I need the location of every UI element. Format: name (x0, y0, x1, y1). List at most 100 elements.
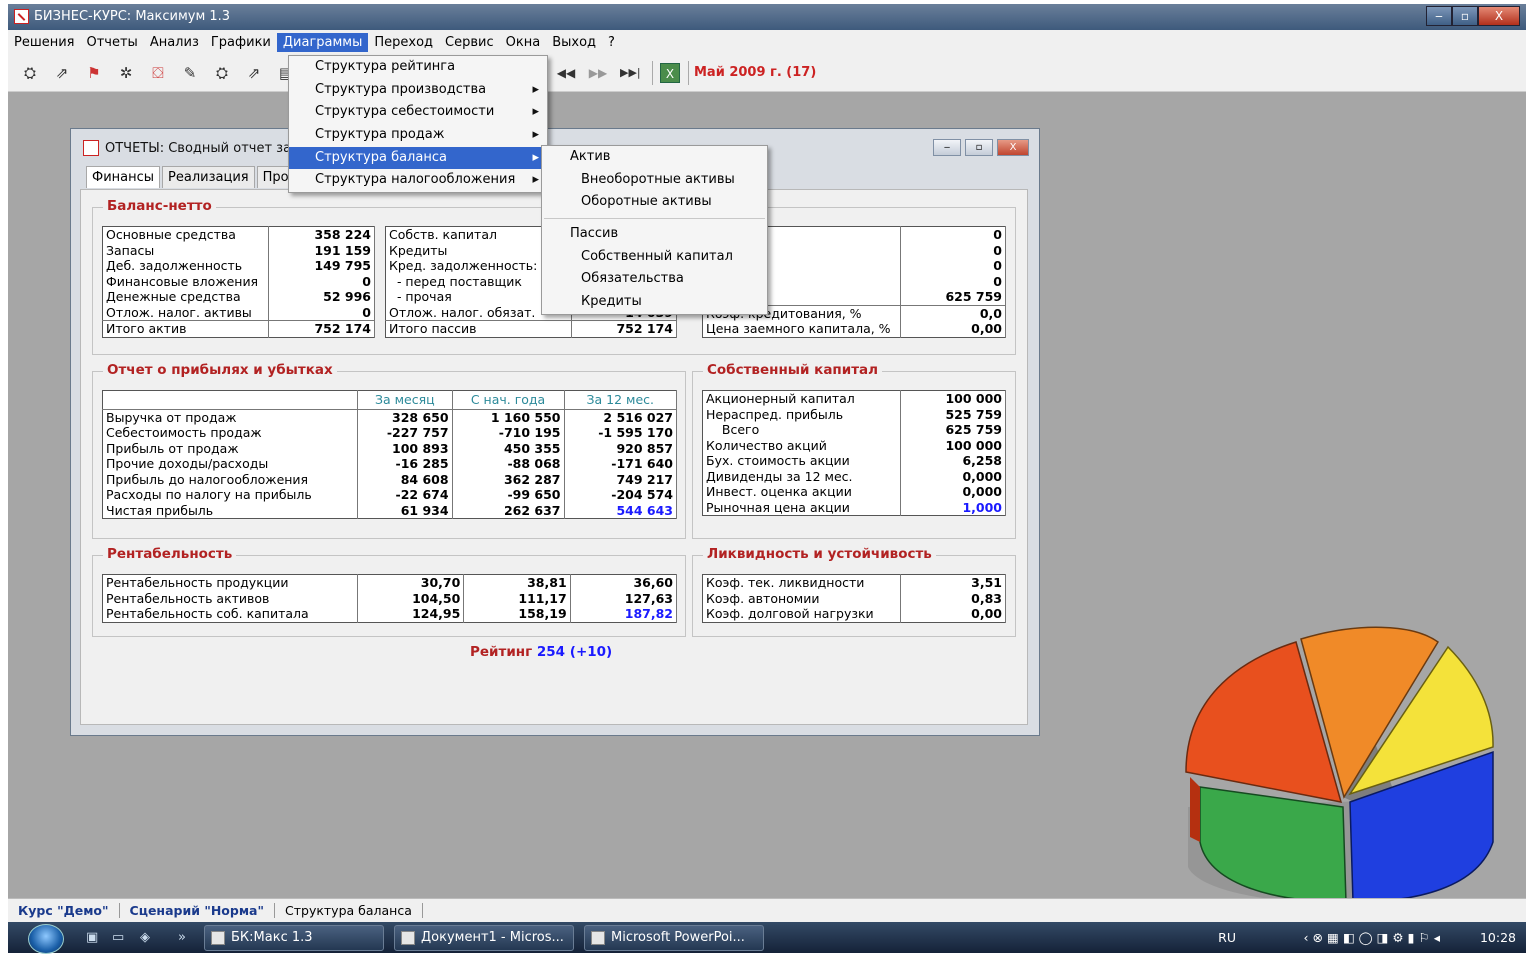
toolbar-separator (688, 61, 689, 85)
report-window-title: ОТЧЕТЫ: Сводный отчет за (105, 141, 292, 156)
report-minimize-button[interactable]: ‒ (933, 139, 961, 156)
menu-okna[interactable]: Окна (500, 33, 547, 52)
menu-item-tax-structure[interactable]: Структура налогообложения (289, 169, 547, 192)
last-period-icon[interactable]: ▶▶| (620, 63, 641, 83)
table-row: Коэф. автономии 0,83 (702, 590, 1006, 606)
submenu-item-passiv[interactable]: Пассив (542, 223, 767, 246)
menu-help[interactable]: ? (602, 33, 621, 52)
rating-line: Рейтинг 254 (+10) (470, 644, 612, 660)
start-button[interactable] (28, 924, 64, 954)
table-row: Нераспред. прибыль 525 759 (702, 406, 1006, 422)
taskbar: ▣ ▭ ◈ » БК:Макс 1.3 Документ1 - Micros..… (8, 922, 1526, 954)
menu-vyhod[interactable]: Выход (546, 33, 602, 52)
tab-finansy[interactable]: Финансы (86, 166, 161, 188)
submenu-item-noncurrent-assets[interactable]: Внеоборотные активы (542, 169, 767, 192)
table-row: Денежные средства 52 996 (102, 289, 375, 305)
menu-perehod[interactable]: Переход (368, 33, 439, 52)
table-row: Себестоимость продаж -227 757 -710 195 -1 5… (102, 425, 677, 441)
submenu-item-aktiv[interactable]: Актив (542, 146, 767, 169)
graph-tool-icon[interactable]: ⇗ (244, 63, 264, 83)
app-title: БИЗНЕС-КУРС: Максимум 1.3 (34, 9, 231, 24)
bk-app-icon (211, 931, 225, 945)
taskbar-item-powerpoint[interactable]: Microsoft PowerPoi... (584, 925, 764, 951)
group-profitability-label: Рентабельность (103, 546, 237, 562)
table-row: Основные средства 358 224 (102, 226, 375, 243)
clock: 10:28 (1479, 930, 1516, 945)
group-pnl-label: Отчет о прибылях и убытках (103, 362, 337, 378)
equity-table: Акционерный капитал 100 000 Нераспред. пр… (702, 390, 1006, 516)
table-row: Запасы 191 159 (102, 242, 375, 258)
table-row: Коэф. тек. ликвидности 3,51 (702, 574, 1006, 591)
forward-icon[interactable]: ▶▶ (588, 63, 608, 83)
rewind-icon[interactable]: ◀◀ (556, 63, 576, 83)
profitability-table: Рентабельность продукции 30,70 38,81 36,60 … (102, 574, 678, 623)
people-tool-icon[interactable]: ⚑ (84, 63, 104, 83)
menu-otchety[interactable]: Отчеты (81, 33, 144, 52)
maximize-button[interactable]: ▫ (1452, 6, 1478, 26)
table-row: Рентабельность продукции 30,70 38,81 36,60 (102, 574, 678, 591)
menu-analiz[interactable]: Анализ (144, 33, 205, 52)
switch-windows-icon[interactable]: ▭ (112, 930, 124, 945)
table-row: Прочие доходы/расходы -16 285 -88 068 -171 … (102, 456, 677, 472)
menu-item-production-structure[interactable]: Структура производства (289, 79, 547, 102)
table-row: Прибыль до налогообложения 84 608 362 287 7… (102, 471, 677, 487)
decisions-tool-icon[interactable]: ⛭ (20, 63, 40, 83)
status-current-view: Структура баланса (275, 903, 423, 918)
menu-item-sales-structure[interactable]: Структура продаж (289, 124, 547, 147)
taskbar-item-bk[interactable]: БК:Макс 1.3 (204, 925, 384, 951)
menu-bar: Решения Отчеты Анализ Графики Диаграммы … (8, 30, 1526, 54)
menu-diagrammy[interactable]: Диаграммы (276, 32, 369, 52)
show-desktop-icon[interactable]: ▣ (86, 930, 98, 945)
excel-export-icon[interactable]: X (660, 63, 680, 83)
table-row: Чистая прибыль 61 934 262 637 544 643 (102, 502, 677, 519)
report-close-button[interactable]: X (997, 139, 1029, 156)
menu-grafiki[interactable]: Графики (205, 33, 277, 52)
factory-tool-icon[interactable]: ⛋ (148, 63, 168, 83)
minimize-button[interactable]: ‒ (1426, 6, 1452, 26)
rating-delta: (+10) (569, 644, 613, 660)
menu-item-cost-structure[interactable]: Структура себестоимости (289, 101, 547, 124)
quicklaunch-more[interactable]: » (178, 930, 186, 945)
status-course: Курс "Демо" (8, 903, 120, 918)
menu-reshenia[interactable]: Решения (8, 33, 81, 52)
table-row: Рентабельность соб. капитала 124,95 158,19… (102, 606, 678, 622)
powerpoint-app-icon (591, 931, 605, 945)
group-liquidity-label: Ликвидность и устойчивость (703, 546, 936, 562)
submenu-item-credits[interactable]: Кредиты (542, 291, 767, 314)
period-label: Май 2009 г. (17) (694, 65, 817, 80)
status-bar: Курс "Демо" Сценарий "Норма" Структура б… (8, 898, 1526, 922)
table-row: Рентабельность активов 104,50 111,17 127,63 (102, 590, 678, 606)
pnl-table: За месяц С нач. года За 12 мес. Выручка от… (102, 390, 677, 519)
table-row: Деб. задолженность 149 795 (102, 258, 375, 274)
submenu-item-equity[interactable]: Собственный капитал (542, 246, 767, 269)
submenu-item-liabilities[interactable]: Обязательства (542, 268, 767, 291)
toolbar: ⛭ ⇗ ⚑ ✲ ⛋ ✎ ⛭ ⇗ ▤ ◀◀ ▶▶ ▶▶| X Май 2009 г… (8, 54, 1526, 92)
rating-value: 254 (536, 644, 566, 660)
table-row: Итого актив 752 174 (102, 320, 375, 337)
table-row: Количество акций 100 000 (702, 437, 1006, 453)
submenu-item-current-assets[interactable]: Оборотные активы (542, 191, 767, 214)
group-equity-label: Собственный капитал (703, 362, 883, 378)
menu-item-balance-structure[interactable]: Структура баланса (289, 146, 547, 170)
language-indicator[interactable]: RU (1218, 930, 1236, 945)
table-row: Акционерный капитал 100 000 (702, 390, 1006, 407)
diagram-menu: Структура рейтинга Структура производств… (288, 55, 548, 194)
menu-servis[interactable]: Сервис (439, 33, 500, 52)
edit-tool-icon[interactable]: ✎ (180, 63, 200, 83)
team-tool-icon[interactable]: ✲ (116, 63, 136, 83)
report-maximize-button[interactable]: ▫ (965, 139, 993, 156)
taskbar-item-word[interactable]: Документ1 - Micros... (394, 925, 574, 951)
toolbar-separator (652, 61, 653, 85)
analysis-tool-icon[interactable]: ⛭ (212, 63, 232, 83)
tray-icons[interactable]: ‹⊗▦◧◯◨⚙▮⚐◂ (1304, 930, 1444, 945)
table-row: Расходы по налогу на прибыль -22 674 -99 6… (102, 487, 677, 503)
quicklaunch-icon[interactable]: ◈ (140, 930, 150, 945)
table-row: Всего 625 759 (702, 422, 1006, 438)
menu-item-rating-structure[interactable]: Структура рейтинга (289, 56, 547, 79)
table-row: Итого пассив 752 174 (385, 320, 677, 337)
chart-up-tool-icon[interactable]: ⇗ (52, 63, 72, 83)
status-scenario: Сценарий "Норма" (120, 903, 275, 918)
table-row: Рыночная цена акции 1,000 (702, 499, 1006, 516)
close-button[interactable]: X (1478, 6, 1520, 26)
tab-realizacia[interactable]: Реализация (162, 166, 255, 188)
